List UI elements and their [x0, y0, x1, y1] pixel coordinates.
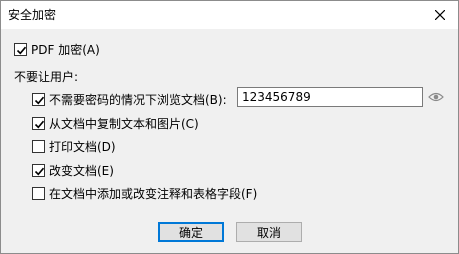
eye-icon[interactable] [428, 91, 444, 103]
pdf-encrypt-label: PDF 加密(A) [31, 42, 100, 57]
pdf-encrypt-checkbox[interactable] [14, 42, 27, 56]
restriction-annotations-forms[interactable]: 在文档中添加或改变注释和表格字段(F) [32, 185, 257, 201]
change-document-label: 改变文档(E) [49, 163, 114, 178]
print-document-checkbox[interactable] [32, 139, 45, 153]
checkmark-icon [34, 167, 45, 175]
view-without-password-checkbox[interactable] [32, 92, 45, 106]
title-bar: 安全加密 [1, 1, 458, 29]
checkmark-icon [34, 96, 45, 104]
close-button[interactable] [422, 1, 458, 29]
checkmark-icon [34, 120, 45, 128]
change-document-checkbox[interactable] [32, 163, 45, 177]
checkmark-icon [16, 46, 27, 54]
cancel-button[interactable]: 取消 [236, 222, 302, 242]
annotations-forms-checkbox[interactable] [32, 186, 45, 200]
restriction-change-document[interactable]: 改变文档(E) [32, 162, 114, 178]
restrictions-heading: 不要让用户: [14, 70, 79, 84]
annotations-forms-label: 在文档中添加或改变注释和表格字段(F) [49, 186, 258, 201]
password-input[interactable] [237, 87, 423, 107]
security-encryption-dialog: 安全加密 PDF 加密(A) 不要让用户: 不需要密码的情况下浏览文档(B): … [0, 0, 459, 254]
pdf-encrypt-option[interactable]: PDF 加密(A) [14, 41, 100, 57]
copy-text-images-checkbox[interactable] [32, 116, 45, 130]
restriction-copy-text-images[interactable]: 从文档中复制文本和图片(C) [32, 115, 199, 131]
restriction-print-document[interactable]: 打印文档(D) [32, 138, 116, 154]
dialog-title: 安全加密 [8, 8, 57, 22]
view-without-password-label: 不需要密码的情况下浏览文档(B): [49, 92, 227, 107]
copy-text-images-label: 从文档中复制文本和图片(C) [49, 116, 199, 131]
restriction-view-without-password[interactable]: 不需要密码的情况下浏览文档(B): [32, 91, 227, 107]
close-icon [435, 10, 445, 20]
print-document-label: 打印文档(D) [49, 139, 116, 154]
ok-button[interactable]: 确定 [158, 222, 224, 242]
